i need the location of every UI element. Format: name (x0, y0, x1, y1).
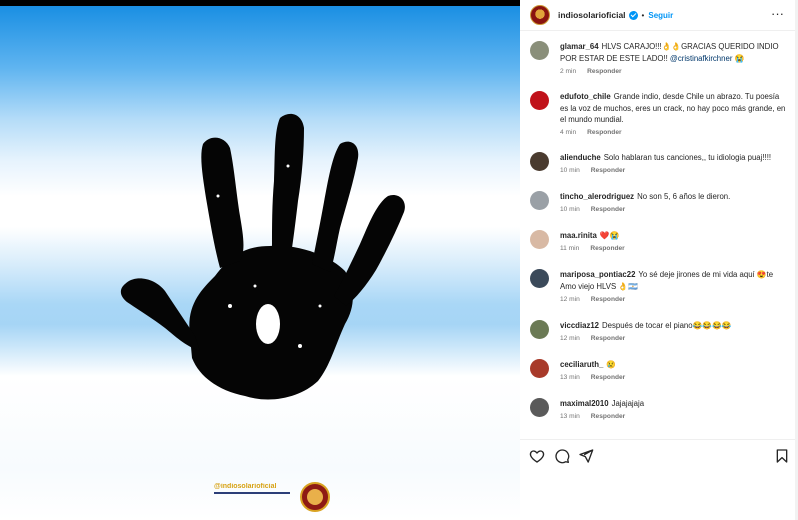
reply-button[interactable]: Responder (591, 167, 625, 174)
comment-avatar[interactable] (530, 359, 549, 378)
comment-text: tincho_alerodriguez No son 5, 6 años le d… (560, 192, 731, 201)
reply-button[interactable]: Responder (591, 335, 625, 342)
comment-time: 10 min (560, 206, 580, 213)
post-media[interactable]: @indiosolarioficial (0, 6, 520, 520)
comment-time: 2 min (560, 68, 577, 75)
comment-username[interactable]: viccdiaz12 (560, 321, 599, 330)
comment-bubble-icon[interactable] (554, 448, 570, 464)
bookmark-icon[interactable] (774, 448, 790, 464)
comments-list: glamar_64 HLVS CARAJO!!!👌👌GRACIAS QUERIDO… (520, 31, 798, 439)
comment-time: 13 min (560, 374, 580, 381)
comment-time: 10 min (560, 167, 580, 174)
reply-button[interactable]: Responder (591, 206, 625, 213)
reply-button[interactable]: Responder (587, 129, 621, 136)
comment-time: 12 min (560, 335, 580, 342)
heart-icon[interactable] (529, 448, 545, 464)
comment-text: maximal2010 Jajajajaja (560, 399, 645, 408)
comment-meta: 4 min Responder (560, 129, 622, 136)
comment-avatar[interactable] (530, 230, 549, 249)
verified-badge-icon (628, 10, 638, 20)
media-handle-text: @indiosolarioficial (214, 483, 290, 494)
comment-text: viccdiaz12 Después de tocar el piano😂😂😂😂 (560, 321, 732, 330)
comment-time: 13 min (560, 413, 580, 420)
reply-button[interactable]: Responder (587, 68, 621, 75)
comment-avatar[interactable] (530, 398, 549, 417)
post-header: indiosolarioficial • Seguir ··· (520, 0, 798, 30)
instagram-post-view: @indiosolarioficial indiosolarioficial •… (0, 0, 798, 520)
author-avatar[interactable] (530, 5, 550, 25)
comment-meta: 12 min Responder (560, 296, 625, 303)
comment-avatar[interactable] (530, 41, 549, 60)
author-username[interactable]: indiosolarioficial (558, 10, 626, 20)
post-side-panel: indiosolarioficial • Seguir ··· glamar_6… (520, 0, 798, 520)
comment-username[interactable]: ceciliaruth_ (560, 360, 603, 369)
comment-text: ceciliaruth_ 😢 (560, 360, 617, 369)
comment-time: 12 min (560, 296, 580, 303)
comment-meta: 11 min Responder (560, 245, 625, 252)
comment-username[interactable]: glamar_64 (560, 42, 599, 51)
comment-meta: 13 min Responder (560, 413, 625, 420)
reply-button[interactable]: Responder (591, 413, 625, 420)
comment-text: alienduche Solo hablaran tus canciones,, … (560, 153, 772, 162)
more-horizontal-icon[interactable]: ··· (771, 6, 784, 21)
paper-plane-icon[interactable] (578, 448, 594, 464)
comment-meta: 2 min Responder (560, 68, 622, 75)
comment-username[interactable]: maximal2010 (560, 399, 609, 408)
comment-avatar[interactable] (530, 269, 549, 288)
comment-meta: 12 min Responder (560, 335, 625, 342)
comment-text: maa.rinita ❤️😭 (560, 231, 620, 240)
comment-time: 4 min (560, 129, 577, 136)
comment-avatar[interactable] (530, 191, 549, 210)
comment-username[interactable]: alienduche (560, 153, 601, 162)
comment-meta: 13 min Responder (560, 374, 625, 381)
mention-link[interactable]: @cristinafkirchner (670, 54, 733, 63)
comment-username[interactable]: edufoto_chile (560, 92, 611, 101)
comment-text: edufoto_chile Grande indio, desde Chile u… (560, 92, 786, 124)
comment-avatar[interactable] (530, 320, 549, 339)
comment-text: mariposa_pontiac22 Yo sé deje jirones de … (560, 270, 774, 291)
comment-username[interactable]: tincho_alerodriguez (560, 192, 634, 201)
comment-avatar[interactable] (530, 152, 549, 171)
comment-username[interactable]: mariposa_pontiac22 (560, 270, 635, 279)
comment-meta: 10 min Responder (560, 167, 625, 174)
indio-solari-seal-logo (300, 482, 330, 512)
comment-avatar[interactable] (530, 91, 549, 110)
header-separator: • (641, 10, 645, 20)
reply-button[interactable]: Responder (591, 374, 625, 381)
reply-button[interactable]: Responder (590, 245, 624, 252)
comment-text: glamar_64 HLVS CARAJO!!!👌👌GRACIAS QUERIDO… (560, 42, 779, 63)
comment-time: 11 min (560, 245, 580, 252)
comment-meta: 10 min Responder (560, 206, 625, 213)
comment-username[interactable]: maa.rinita (560, 231, 597, 240)
follow-button[interactable]: Seguir (648, 11, 673, 20)
reply-button[interactable]: Responder (591, 296, 625, 303)
handprint-image (120, 113, 405, 400)
post-actions-bar (520, 440, 798, 470)
